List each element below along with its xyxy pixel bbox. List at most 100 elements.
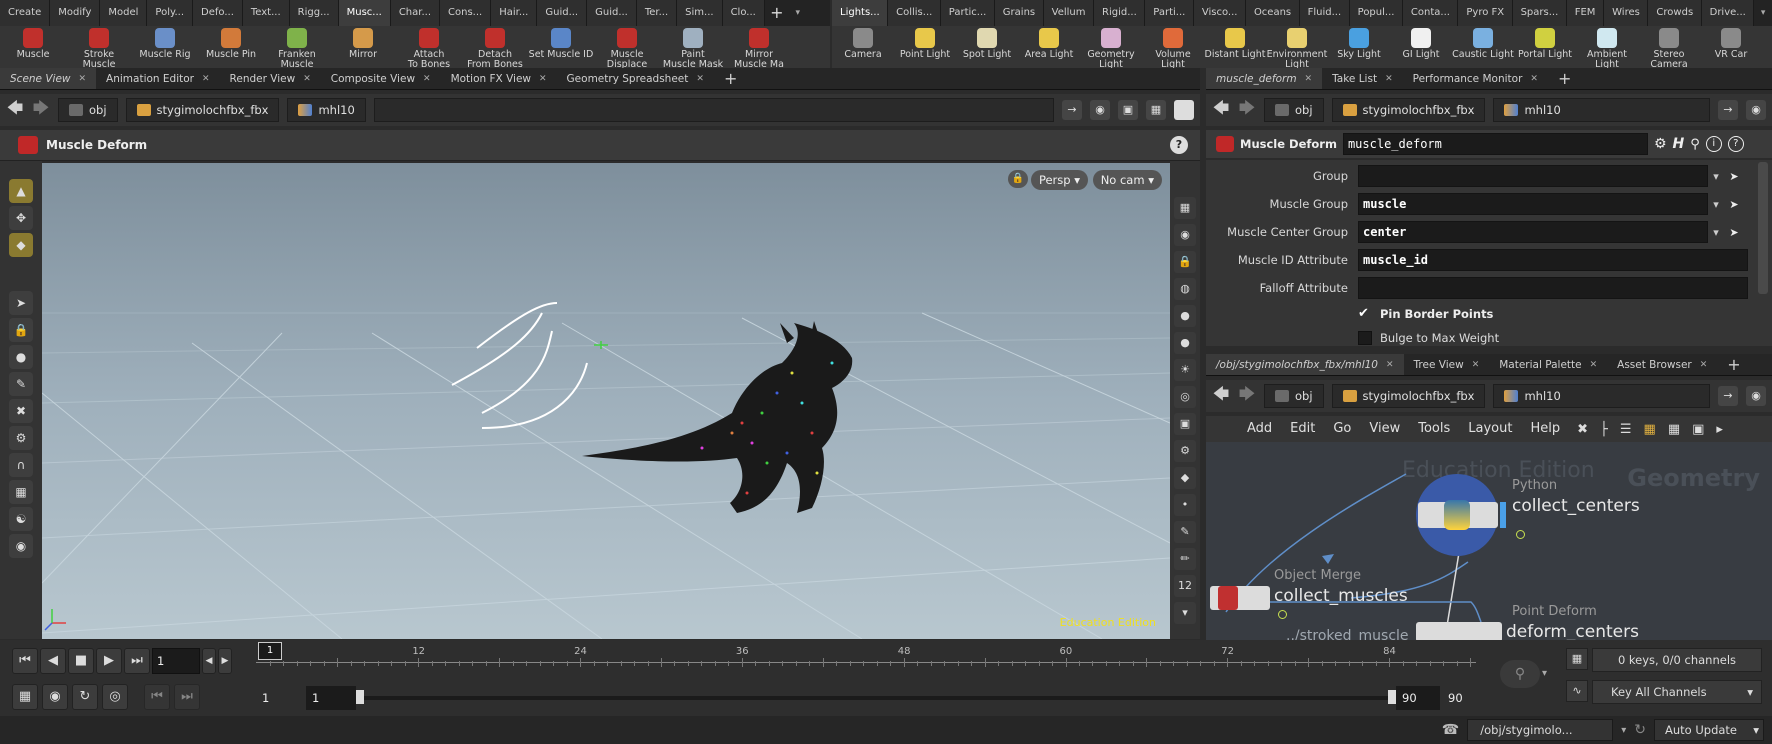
network-menu-4[interactable]: Tools [1409, 416, 1459, 442]
shelf-tab-right-9[interactable]: Fluid... [1299, 0, 1350, 26]
link-icon[interactable]: ◉ [1090, 100, 1110, 120]
parm-link-icon[interactable]: ◉ [1746, 100, 1766, 120]
network-tab-1[interactable]: Tree View ✕ [1404, 354, 1490, 375]
viewer-tab-4[interactable]: Motion FX View ✕ [441, 68, 557, 89]
lock-icon[interactable]: 🔒 [9, 318, 33, 342]
pin-icon[interactable]: → [1062, 100, 1082, 120]
python-output-port[interactable] [1516, 530, 1525, 539]
viewer-tab-0[interactable]: Scene View ✕ [0, 68, 97, 89]
transform-icon[interactable]: ✥ [9, 206, 33, 230]
note-icon[interactable]: ▣ [1692, 422, 1704, 437]
shelf_tools_left-1[interactable]: Stroke Muscle [66, 26, 132, 68]
node-name-field[interactable]: muscle_deform [1342, 133, 1648, 155]
step-back-icon[interactable]: ◀ [202, 648, 216, 674]
display-options-icon[interactable]: ▦ [1174, 197, 1196, 219]
magnet-icon[interactable]: ∩ [9, 453, 33, 477]
playback-end-field[interactable]: 90 [1396, 686, 1440, 710]
shelf-tab-right-16[interactable]: Crowds [1648, 0, 1702, 26]
path-crumb-node[interactable]: mhl10 [287, 98, 366, 122]
shelf-tab-1[interactable]: Modify [50, 0, 101, 26]
channels-status[interactable]: 0 keys, 0/0 channels [1592, 648, 1762, 672]
net-back-icon[interactable]: 🡄 [1212, 383, 1230, 410]
shelf-tab-4[interactable]: Defo... [193, 0, 243, 26]
shelf_tools_right-0[interactable]: Camera [832, 26, 894, 60]
shelf-tab-right-15[interactable]: Wires [1604, 0, 1649, 26]
shelf-tab-menu-icon[interactable]: ▾ [789, 0, 807, 26]
shelf_tools_right-5[interactable]: Volume Light [1142, 26, 1204, 68]
shelf-tab-right-5[interactable]: Rigid... [1094, 0, 1146, 26]
net-pin-icon[interactable]: → [1718, 386, 1738, 406]
bulge-checkbox[interactable] [1358, 331, 1372, 345]
pin-border-checkbox[interactable]: ✔ [1358, 307, 1374, 321]
camera-view-icon[interactable]: ▣ [1174, 413, 1196, 435]
pose-icon[interactable]: ⚙ [9, 426, 33, 450]
center-group-select-icon[interactable]: ➤ [1724, 226, 1744, 239]
shelf-tab-0[interactable]: Create [0, 0, 51, 26]
select-icon[interactable]: ▲ [9, 179, 33, 203]
vis-icon[interactable]: ◆ [1174, 467, 1196, 489]
net-forward-icon[interactable]: 🡆 [1238, 383, 1256, 410]
shelf_tools_right-13[interactable]: Stereo Camera [1638, 26, 1700, 68]
stop-icon[interactable]: ■ [68, 648, 94, 674]
network-tab-close-icon-3[interactable]: ✕ [1700, 354, 1708, 376]
shelf_tools_right-4[interactable]: Geometry Light [1080, 26, 1142, 68]
shelf_tools_right-12[interactable]: Ambient Light [1576, 26, 1638, 68]
muscle-group-select-icon[interactable]: ➤ [1724, 198, 1744, 211]
list-icon[interactable]: ☰ [1620, 422, 1632, 437]
group-field[interactable] [1358, 165, 1708, 187]
camera-menu[interactable]: No cam ▾ [1092, 170, 1162, 190]
search-icon[interactable]: ⚲ [1690, 137, 1700, 152]
shelf-tab-11[interactable]: Guid... [537, 0, 588, 26]
shelf_tools_left-2[interactable]: Muscle Rig [132, 26, 198, 60]
shelf-tab-right-17[interactable]: Drive... [1701, 0, 1755, 26]
shelf-tab-right-4[interactable]: Vellum [1043, 0, 1095, 26]
channel-list-icon[interactable]: ▦ [1566, 648, 1588, 670]
network-menu-0[interactable]: Add [1238, 416, 1281, 442]
current-frame-field[interactable]: 1 [152, 648, 200, 674]
network-menu-2[interactable]: Go [1324, 416, 1360, 442]
shelf-tab-right-7[interactable]: Visco... [1193, 0, 1246, 26]
layout-icon[interactable]: ▦ [1146, 100, 1166, 120]
network-editor[interactable]: Education Edition Geometry Python collec… [1206, 442, 1772, 640]
shelf-tab-9[interactable]: Cons... [440, 0, 492, 26]
guide-icon[interactable]: ⚙ [1174, 440, 1196, 462]
frame-count-icon[interactable]: 12 [1174, 575, 1196, 597]
help-icon[interactable]: ? [1170, 136, 1188, 154]
view-icon[interactable]: ◉ [9, 534, 33, 558]
shelf_tools_left-11[interactable]: Mirror Muscle Ma [726, 26, 792, 68]
snap-icon[interactable]: ▦ [9, 480, 33, 504]
shelf_tools_right-11[interactable]: Portal Light [1514, 26, 1576, 60]
scene-viewport[interactable]: 🔒 Persp ▾ No cam ▾ Education Edition [42, 163, 1170, 639]
current-frame-marker[interactable]: 1 [258, 642, 282, 660]
status-path[interactable]: /obj/stygimolo... [1467, 719, 1614, 741]
shelf-tab-right-10[interactable]: Popul... [1349, 0, 1403, 26]
auto-update-menu[interactable]: Auto Update ▾ [1654, 719, 1764, 741]
parm-back-icon[interactable]: 🡄 [1212, 97, 1230, 124]
gear-icon[interactable]: ⚙ [1654, 136, 1667, 152]
shelf_tools_left-3[interactable]: Muscle Pin [198, 26, 264, 60]
shelf_tools_right-9[interactable]: GI Light [1390, 26, 1452, 60]
viewer-tab-close-icon-2[interactable]: ✕ [303, 68, 311, 90]
sphere-icon[interactable]: ● [9, 345, 33, 369]
parm-crumb-node[interactable]: mhl10 [1493, 98, 1710, 122]
muscle-group-dropdown-icon[interactable]: ▾ [1708, 198, 1724, 211]
scale-icon[interactable]: ✖ [9, 399, 33, 423]
pointer-icon[interactable]: ➤ [9, 291, 33, 315]
cube-icon[interactable]: ▣ [1118, 100, 1138, 120]
point-icon[interactable]: ● [1174, 332, 1196, 354]
shading-icon[interactable]: ● [1174, 305, 1196, 327]
network-menu-3[interactable]: View [1360, 416, 1409, 442]
wireframe-icon[interactable]: ◉ [1174, 224, 1196, 246]
tree-icon[interactable]: ├ [1600, 422, 1608, 437]
pen-icon[interactable]: ✏ [1174, 548, 1196, 570]
handle-icon[interactable]: ◆ [9, 233, 33, 257]
persp-menu[interactable]: Persp ▾ [1030, 170, 1088, 190]
net-crumb-node[interactable]: mhl10 [1493, 384, 1710, 408]
lock-view-icon[interactable]: 🔒 [1174, 251, 1196, 273]
step-forward-icon[interactable]: ▶ [218, 648, 232, 674]
range-end-field[interactable]: 90 [1442, 686, 1486, 710]
playback-start-field[interactable]: 1 [306, 686, 356, 710]
network-tab-2[interactable]: Material Palette ✕ [1489, 354, 1607, 375]
audio-icon[interactable]: ◉ [42, 684, 68, 710]
shelf-tab-13[interactable]: Ter... [636, 0, 678, 26]
